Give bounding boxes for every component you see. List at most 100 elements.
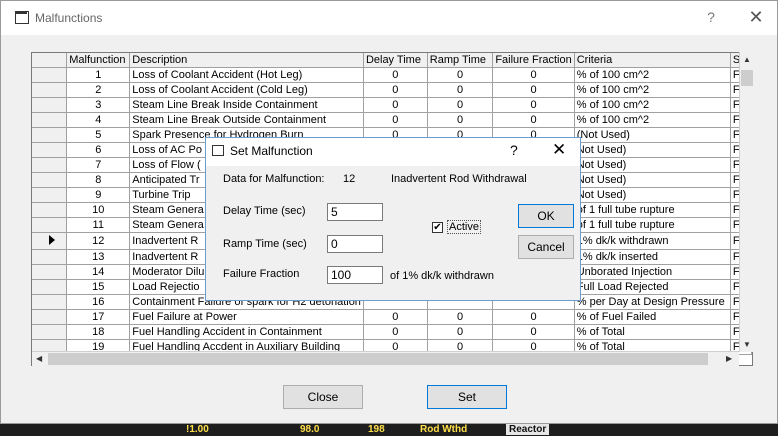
header-ramp-time[interactable]: Ramp Time xyxy=(427,53,494,68)
malfunction-number-cell[interactable]: 18 xyxy=(66,324,131,340)
criteria-cell[interactable]: Not Used) xyxy=(574,172,731,188)
row-selector[interactable] xyxy=(32,67,68,83)
criteria-cell[interactable]: Unborated Injection xyxy=(574,264,731,280)
delay-time-cell[interactable]: 0 xyxy=(363,82,428,98)
criteria-cell[interactable]: % of 100 cm^2 xyxy=(574,112,731,128)
row-selector[interactable] xyxy=(32,249,68,265)
criteria-cell[interactable]: % of Total xyxy=(574,324,731,340)
malfunction-number-cell[interactable]: 14 xyxy=(66,264,131,280)
failure-fraction-cell[interactable]: 0 xyxy=(492,324,575,340)
delay-time-cell[interactable]: 0 xyxy=(363,67,428,83)
row-selector[interactable] xyxy=(32,187,68,203)
description-cell[interactable]: Loss of Coolant Accident (Cold Leg) xyxy=(129,82,364,98)
vertical-scrollbar[interactable]: ▲ ▼ xyxy=(739,52,754,352)
scroll-down-icon[interactable]: ▼ xyxy=(743,340,751,349)
malfunction-number-cell[interactable]: 12 xyxy=(66,232,131,250)
row-selector[interactable] xyxy=(32,202,68,218)
description-cell[interactable]: Fuel Failure at Power xyxy=(129,309,364,325)
row-selector[interactable] xyxy=(32,309,68,325)
failure-fraction-cell[interactable]: 0 xyxy=(492,82,575,98)
row-selector[interactable] xyxy=(32,82,68,98)
ramp-time-cell[interactable]: 0 xyxy=(427,82,494,98)
criteria-cell[interactable]: % of Fuel Failed xyxy=(574,309,731,325)
failure-fraction-cell[interactable]: 0 xyxy=(492,112,575,128)
failure-fraction-cell[interactable]: 0 xyxy=(492,97,575,113)
malfunction-number-cell[interactable]: 9 xyxy=(66,187,131,203)
close-window-button[interactable]: ✕ xyxy=(744,7,768,27)
malfunction-number-cell[interactable]: 11 xyxy=(66,217,131,233)
malfunction-number-cell[interactable]: 2 xyxy=(66,82,131,98)
header-criteria[interactable]: Criteria xyxy=(574,53,731,68)
delay-time-cell[interactable]: 0 xyxy=(363,324,428,340)
criteria-cell[interactable]: 1% dk/k inserted xyxy=(574,249,731,265)
malfunction-number-cell[interactable]: 6 xyxy=(66,142,131,158)
description-cell[interactable]: Loss of Coolant Accident (Hot Leg) xyxy=(129,67,364,83)
criteria-cell[interactable]: of 1 full tube rupture xyxy=(574,217,731,233)
vertical-scroll-thumb[interactable] xyxy=(741,70,753,86)
row-selector[interactable] xyxy=(32,217,68,233)
criteria-cell[interactable]: % of 100 cm^2 xyxy=(574,82,731,98)
row-selector[interactable] xyxy=(32,264,68,280)
criteria-cell[interactable]: 1% dk/k withdrawn xyxy=(574,232,731,250)
active-label[interactable]: Active xyxy=(447,220,481,234)
malfunction-number-cell[interactable]: 10 xyxy=(66,202,131,218)
header-failure-fraction[interactable]: Failure Fraction xyxy=(492,53,575,68)
malfunction-number-cell[interactable]: 7 xyxy=(66,157,131,173)
close-button[interactable]: Close xyxy=(283,385,363,409)
row-selector[interactable] xyxy=(32,324,68,340)
criteria-cell[interactable]: Full Load Rejected xyxy=(574,279,731,295)
table-row[interactable]: 17 Fuel Failure at Power 0 0 0% of Fuel Fail… xyxy=(32,309,752,325)
row-selector[interactable] xyxy=(32,142,68,158)
failure-fraction-input[interactable]: 100 xyxy=(327,266,383,284)
ramp-time-input[interactable]: 0 xyxy=(327,235,383,253)
row-selector[interactable] xyxy=(32,232,68,250)
malfunction-number-cell[interactable]: 5 xyxy=(66,127,131,143)
description-cell[interactable]: Steam Line Break Outside Containment xyxy=(129,112,364,128)
ramp-time-cell[interactable]: 0 xyxy=(427,67,494,83)
ramp-time-cell[interactable]: 0 xyxy=(427,97,494,113)
scroll-right-icon[interactable]: ▶ xyxy=(726,354,732,363)
delay-time-cell[interactable]: 0 xyxy=(363,112,428,128)
description-cell[interactable]: Fuel Handling Accident in Containment xyxy=(129,324,364,340)
criteria-cell[interactable]: % of 100 cm^2 xyxy=(574,97,731,113)
row-selector[interactable] xyxy=(32,97,68,113)
cancel-button[interactable]: Cancel xyxy=(518,235,574,259)
ramp-time-cell[interactable]: 0 xyxy=(427,309,494,325)
table-row[interactable]: 4 Steam Line Break Outside Containment 0 0 0… xyxy=(32,112,752,128)
set-button[interactable]: Set xyxy=(427,385,507,409)
ok-button[interactable]: OK xyxy=(518,204,574,228)
row-selector[interactable] xyxy=(32,157,68,173)
dialog-close-button[interactable]: ✕ xyxy=(552,140,566,160)
malfunction-number-cell[interactable]: 13 xyxy=(66,249,131,265)
active-checkbox[interactable]: ✔ xyxy=(432,222,443,233)
horizontal-scroll-thumb[interactable] xyxy=(48,353,708,365)
scroll-left-icon[interactable]: ◀ xyxy=(36,354,42,363)
horizontal-scrollbar[interactable]: ◀ ▶ xyxy=(32,351,739,366)
malfunction-number-cell[interactable]: 4 xyxy=(66,112,131,128)
malfunction-number-cell[interactable]: 1 xyxy=(66,67,131,83)
criteria-cell[interactable]: (Not Used) xyxy=(574,127,731,143)
scroll-up-icon[interactable]: ▲ xyxy=(743,55,751,64)
table-row[interactable]: 18 Fuel Handling Accident in Containment 0… xyxy=(32,324,752,340)
row-selector[interactable] xyxy=(32,172,68,188)
criteria-cell[interactable]: Not Used) xyxy=(574,157,731,173)
header-delay-time[interactable]: Delay Time xyxy=(363,53,428,68)
header-description[interactable]: Description xyxy=(129,53,364,68)
criteria-cell[interactable]: % per Day at Design Pressure xyxy=(574,294,731,310)
row-selector[interactable] xyxy=(32,279,68,295)
criteria-cell[interactable]: Not Used) xyxy=(574,142,731,158)
row-selector[interactable] xyxy=(32,294,68,310)
table-row[interactable]: 2 Loss of Coolant Accident (Cold Leg) 0 0 0%… xyxy=(32,82,752,98)
malfunction-number-cell[interactable]: 16 xyxy=(66,294,131,310)
failure-fraction-cell[interactable]: 0 xyxy=(492,67,575,83)
delay-time-cell[interactable]: 0 xyxy=(363,97,428,113)
row-selector[interactable] xyxy=(32,112,68,128)
malfunction-number-cell[interactable]: 8 xyxy=(66,172,131,188)
description-cell[interactable]: Steam Line Break Inside Containment xyxy=(129,97,364,113)
delay-time-input[interactable]: 5 xyxy=(327,203,383,221)
failure-fraction-cell[interactable]: 0 xyxy=(492,309,575,325)
malfunction-number-cell[interactable]: 3 xyxy=(66,97,131,113)
malfunction-number-cell[interactable]: 15 xyxy=(66,279,131,295)
ramp-time-cell[interactable]: 0 xyxy=(427,112,494,128)
delay-time-cell[interactable]: 0 xyxy=(363,309,428,325)
